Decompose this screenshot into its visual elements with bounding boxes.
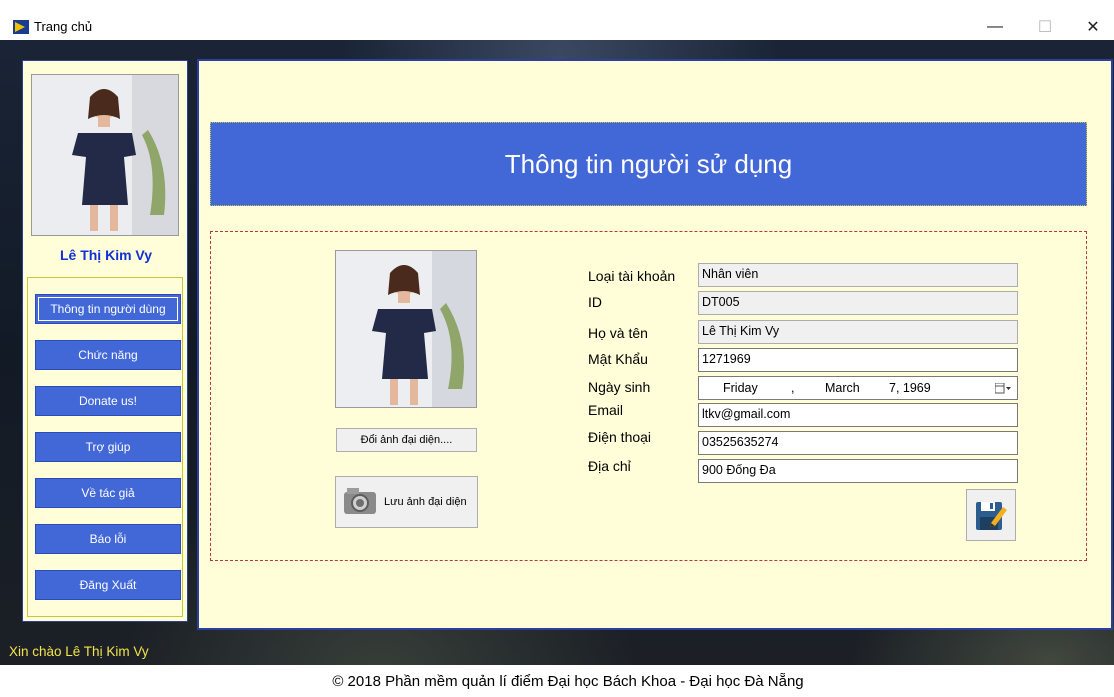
save-info-button[interactable] xyxy=(966,489,1016,541)
phone-label: Điện thoại xyxy=(588,429,652,445)
password-field[interactable]: 1271969 xyxy=(698,348,1018,372)
menu-user-info-button[interactable]: Thông tin người dùng xyxy=(35,294,181,324)
account-type-label: Loại tài khoản xyxy=(588,268,676,284)
menu-help-button[interactable]: Trợ giúp xyxy=(35,432,181,462)
page-title: Thông tin người sử dụng xyxy=(210,122,1087,206)
menu-about-button[interactable]: Về tác giả xyxy=(35,478,181,508)
menu-functions-button[interactable]: Chức năng xyxy=(35,340,181,370)
password-label: Mật Khẩu xyxy=(588,351,648,367)
menu-donate-button[interactable]: Donate us! xyxy=(35,386,181,416)
close-button[interactable]: ✕ xyxy=(1070,14,1114,40)
email-label: Email xyxy=(588,402,624,418)
calendar-dropdown-icon[interactable] xyxy=(995,383,1011,395)
full-name-field[interactable]: Lê Thị Kim Vy xyxy=(698,320,1018,344)
birthday-date-picker[interactable]: Friday , March 7, 1969 xyxy=(698,376,1018,400)
window-title: Trang chủ xyxy=(34,19,93,34)
save-avatar-label: Lưu ảnh đại diện xyxy=(384,496,467,508)
menu-logout-button[interactable]: Đăng Xuất xyxy=(35,570,181,600)
save-edit-icon xyxy=(976,502,1007,530)
id-label: ID xyxy=(588,294,602,310)
birthday-separator: , xyxy=(791,381,795,395)
app-icon xyxy=(13,20,29,34)
maximize-button[interactable]: ☐ xyxy=(1022,14,1068,40)
save-avatar-button[interactable]: Lưu ảnh đại diện xyxy=(335,476,478,528)
address-label: Địa chỉ xyxy=(588,458,631,474)
user-info-box: Đổi ảnh đại diện.... Lưu ảnh đại diện Lo… xyxy=(210,231,1087,561)
greeting-text: Xin chào Lê Thị Kim Vy xyxy=(9,644,149,659)
birthday-weekday: Friday xyxy=(723,381,758,395)
address-field[interactable]: 900 Đống Đa xyxy=(698,459,1018,483)
id-field[interactable]: DT005 xyxy=(698,291,1018,315)
menu-report-bug-button[interactable]: Báo lỗi xyxy=(35,524,181,554)
title-bar: Trang chủ — ☐ ✕ xyxy=(0,0,1114,40)
profile-photo xyxy=(335,250,477,408)
sidebar: Lê Thị Kim Vy Thông tin người dùng Chức … xyxy=(22,60,188,622)
birthday-month: March xyxy=(825,381,860,395)
minimize-button[interactable]: — xyxy=(972,14,1018,40)
full-name-label: Họ và tên xyxy=(588,325,648,341)
account-type-field[interactable]: Nhân viên xyxy=(698,263,1018,287)
footer-copyright: © 2018 Phần mềm quản lí điểm Đại học Bác… xyxy=(22,665,1114,697)
change-avatar-button[interactable]: Đổi ảnh đại diện.... xyxy=(336,428,477,452)
email-field[interactable]: ltkv@gmail.com xyxy=(698,403,1018,427)
sidebar-menu: Thông tin người dùng Chức năng Donate us… xyxy=(27,277,183,617)
sidebar-avatar xyxy=(31,74,179,236)
phone-field[interactable]: 03525635274 xyxy=(698,431,1018,455)
sidebar-username: Lê Thị Kim Vy xyxy=(59,247,153,263)
main-panel: Thông tin người sử dụng Đổi ảnh đại diện… xyxy=(197,59,1113,630)
birthday-label: Ngày sinh xyxy=(588,379,651,395)
birthday-day-year: 7, 1969 xyxy=(889,381,931,395)
camera-icon xyxy=(344,488,376,514)
